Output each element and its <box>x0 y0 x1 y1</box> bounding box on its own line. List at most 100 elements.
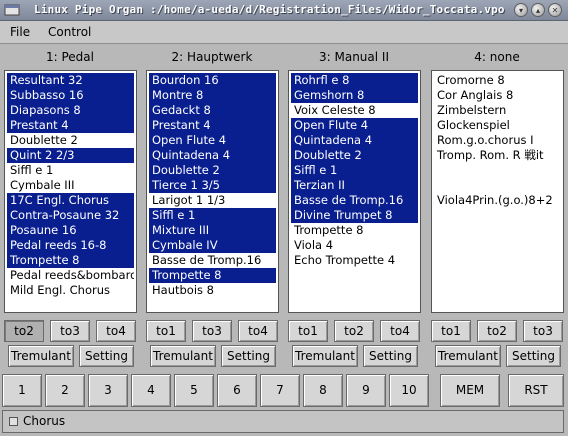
stop-item[interactable]: Siffl e 1 <box>149 208 276 223</box>
stop-item[interactable]: Siffl e 1 <box>291 163 418 178</box>
stop-item[interactable]: Trompette 8 <box>7 253 134 268</box>
stop-item[interactable] <box>434 163 561 178</box>
stop-item[interactable]: Viola4Prin.(g.o.)8+2 <box>434 193 561 208</box>
stop-item[interactable]: Open Flute 4 <box>291 118 418 133</box>
stop-item[interactable]: Gedackt 8 <box>149 103 276 118</box>
stop-item[interactable]: Trompette 8 <box>149 268 276 283</box>
stop-item[interactable]: Rom.g.o.chorus I <box>434 133 561 148</box>
stop-item[interactable]: Cymbale III <box>7 178 134 193</box>
stop-item[interactable]: Prestant 4 <box>7 118 134 133</box>
coupler-button[interactable]: to2 <box>4 320 44 342</box>
stop-item[interactable]: Siffl e 1 <box>7 163 134 178</box>
title-bar[interactable]: Linux Pipe Organ :/home/a-ueda/d/Registr… <box>0 0 568 21</box>
stop-item[interactable]: 17C Engl. Chorus <box>7 193 134 208</box>
stop-item[interactable]: Prestant 4 <box>149 118 276 133</box>
mem-button[interactable]: MEM <box>440 374 500 407</box>
stop-item[interactable]: Montre 8 <box>149 88 276 103</box>
stop-item[interactable]: Mild Engl. Chorus <box>7 283 134 298</box>
preset-button-8[interactable]: 8 <box>303 374 343 407</box>
stop-item[interactable]: Tromp. Rom. R 戦it <box>434 148 561 163</box>
stop-item[interactable]: Doublette 2 <box>7 133 134 148</box>
stop-item[interactable]: Posaune 16 <box>7 223 134 238</box>
stop-item[interactable]: Cor Anglais 8 <box>434 88 561 103</box>
coupler-button[interactable]: to3 <box>523 320 563 342</box>
coupler-button[interactable]: to2 <box>334 320 374 342</box>
stop-item[interactable]: Contra-Posaune 32 <box>7 208 134 223</box>
chorus-checkbox[interactable] <box>9 417 18 426</box>
coupler-button[interactable]: to3 <box>50 320 90 342</box>
stop-item[interactable]: Resultant 32 <box>7 73 134 88</box>
stop-item[interactable]: Pedal reeds&bombarde <box>7 268 134 283</box>
coupler-button[interactable]: to4 <box>238 320 278 342</box>
stop-list[interactable]: Bourdon 16 Montre 8 Gedackt 8 Prestant 4 Ope… <box>146 70 279 313</box>
menu-bar: File Control <box>0 21 568 44</box>
setting-button[interactable]: Setting <box>506 345 561 367</box>
coupler-button[interactable]: to2 <box>477 320 517 342</box>
coupler-button[interactable]: to1 <box>146 320 186 342</box>
stop-item[interactable]: Subbasso 16 <box>7 88 134 103</box>
stop-item[interactable]: Gemshorn 8 <box>291 88 418 103</box>
preset-button-10[interactable]: 10 <box>389 374 429 407</box>
stop-item[interactable]: Open Flute 4 <box>149 133 276 148</box>
coupler-button[interactable]: to4 <box>380 320 420 342</box>
app-icon <box>4 4 20 16</box>
preset-button-1[interactable]: 1 <box>2 374 42 407</box>
stop-item[interactable]: Trompette 8 <box>291 223 418 238</box>
preset-button-4[interactable]: 4 <box>131 374 171 407</box>
stop-item[interactable] <box>434 178 561 193</box>
stop-item[interactable]: Doublette 2 <box>291 148 418 163</box>
preset-button-3[interactable]: 3 <box>88 374 128 407</box>
stop-item[interactable]: Terzian II <box>291 178 418 193</box>
preset-button-6[interactable]: 6 <box>217 374 257 407</box>
stop-list[interactable]: Cromorne 8 Cor Anglais 8 Zimbelstern Glocke… <box>431 70 564 313</box>
stop-item[interactable]: Larigot 1 1/3 <box>149 193 276 208</box>
stop-item[interactable]: Echo Trompette 4 <box>291 253 418 268</box>
coupler-button[interactable]: to4 <box>96 320 136 342</box>
stop-item[interactable]: Diapasons 8 <box>7 103 134 118</box>
menu-control[interactable]: Control <box>48 25 91 39</box>
stop-item[interactable]: Zimbelstern <box>434 103 561 118</box>
stop-item[interactable]: Tierce 1 3/5 <box>149 178 276 193</box>
stop-item[interactable]: Viola 4 <box>291 238 418 253</box>
maximize-icon[interactable]: ▴ <box>531 3 545 17</box>
stop-item[interactable]: Quint 2 2/3 <box>7 148 134 163</box>
stop-item[interactable]: Glockenspiel <box>434 118 561 133</box>
stop-item[interactable]: Cromorne 8 <box>434 73 561 88</box>
stop-item[interactable]: Hautbois 8 <box>149 283 276 298</box>
rst-button[interactable]: RST <box>508 374 564 407</box>
setting-button[interactable]: Setting <box>221 345 276 367</box>
stop-item[interactable]: Voix Celeste 8 <box>291 103 418 118</box>
stop-item[interactable]: Mixture III <box>149 223 276 238</box>
tremulant-button[interactable]: Tremulant <box>8 345 74 367</box>
tremulant-button[interactable]: Tremulant <box>292 345 358 367</box>
close-icon[interactable]: ✕ <box>548 3 562 17</box>
division-title: 4: none <box>474 50 520 64</box>
stop-item[interactable]: Basse de Tromp.16 <box>149 253 276 268</box>
stop-item[interactable]: Basse de Tromp.16 <box>291 193 418 208</box>
coupler-button[interactable]: to1 <box>288 320 328 342</box>
coupler-button[interactable]: to3 <box>192 320 232 342</box>
division-title: 3: Manual II <box>319 50 389 64</box>
stop-item[interactable]: Cymbale IV <box>149 238 276 253</box>
menu-file[interactable]: File <box>10 25 30 39</box>
stop-list[interactable]: Rohrfl e 8 Gemshorn 8 Voix Celeste 8 Open F… <box>288 70 421 313</box>
chorus-label: Chorus <box>23 414 66 428</box>
setting-button[interactable]: Setting <box>363 345 418 367</box>
stop-item[interactable]: Pedal reeds 16-8 <box>7 238 134 253</box>
preset-button-5[interactable]: 5 <box>174 374 214 407</box>
tremulant-button[interactable]: Tremulant <box>150 345 216 367</box>
preset-button-9[interactable]: 9 <box>346 374 386 407</box>
coupler-button[interactable]: to1 <box>431 320 471 342</box>
stop-item[interactable]: Rohrfl e 8 <box>291 73 418 88</box>
preset-button-7[interactable]: 7 <box>260 374 300 407</box>
tremulant-button[interactable]: Tremulant <box>435 345 501 367</box>
stop-item[interactable]: Quintadena 4 <box>291 133 418 148</box>
stop-item[interactable]: Quintadena 4 <box>149 148 276 163</box>
preset-button-2[interactable]: 2 <box>45 374 85 407</box>
minimize-icon[interactable]: ▾ <box>514 3 528 17</box>
stop-item[interactable]: Bourdon 16 <box>149 73 276 88</box>
stop-item[interactable]: Doublette 2 <box>149 163 276 178</box>
stop-item[interactable]: Divine Trumpet 8 <box>291 208 418 223</box>
setting-button[interactable]: Setting <box>79 345 134 367</box>
stop-list[interactable]: Resultant 32 Subbasso 16 Diapasons 8 Presta… <box>4 70 137 313</box>
